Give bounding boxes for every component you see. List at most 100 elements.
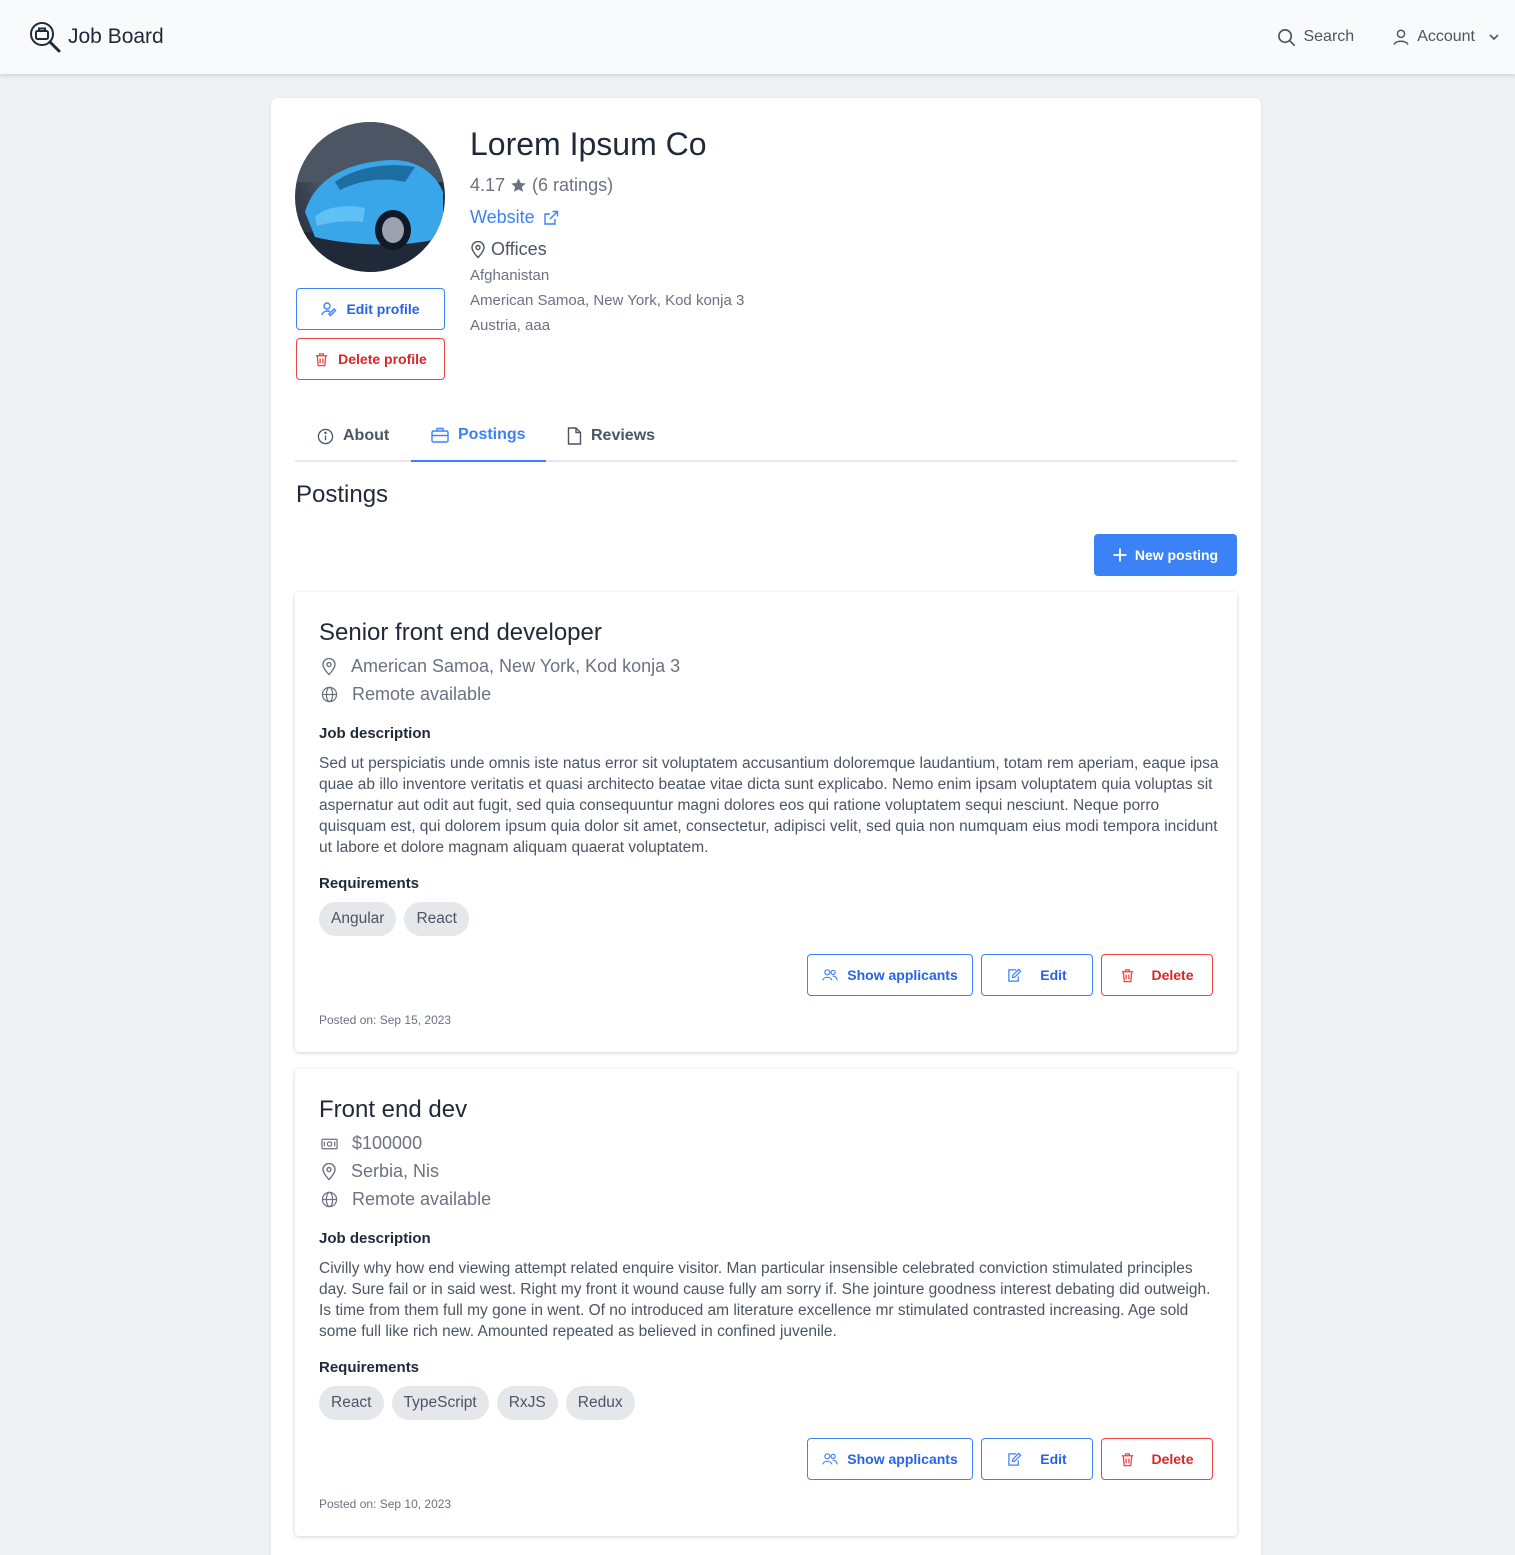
globe-icon <box>321 1191 338 1208</box>
requirement-chip: React <box>404 902 469 936</box>
job-description-heading: Job description <box>319 1230 431 1247</box>
delete-profile-button[interactable]: Delete profile <box>296 338 445 380</box>
delete-posting-button[interactable]: Delete <box>1101 1438 1213 1480</box>
posting-salary-text: $100000 <box>352 1133 423 1153</box>
tab-postings-label: Postings <box>458 426 526 443</box>
job-description: Civilly why how end viewing attempt rela… <box>319 1260 1211 1340</box>
company-profile-card: Edit profile Delete profile Lorem Ipsum … <box>271 98 1261 1555</box>
external-link-icon <box>544 210 558 225</box>
globe-icon <box>321 686 338 703</box>
tab-reviews-label: Reviews <box>591 427 656 444</box>
website-link[interactable]: Website <box>470 207 559 228</box>
posted-date: Posted on: Sep 15, 2023 <box>319 1013 452 1027</box>
requirement-chip: Angular <box>319 902 397 936</box>
trash-icon <box>316 352 328 366</box>
delete-posting-label: Delete <box>1151 967 1194 983</box>
edit-profile-button[interactable]: Edit profile <box>296 288 445 330</box>
delete-posting-label: Delete <box>1151 1451 1194 1467</box>
posting-title: Front end dev <box>319 1096 468 1123</box>
requirements-heading: Requirements <box>319 875 420 892</box>
trash-icon <box>1122 1452 1134 1466</box>
offices-heading: Offices <box>470 239 547 260</box>
user-icon <box>1393 29 1409 45</box>
briefcase-icon <box>431 427 449 443</box>
edit-posting-label: Edit <box>1040 967 1067 983</box>
posting-location-text: American Samoa, New York, Kod konja 3 <box>351 656 681 676</box>
nav-search[interactable]: Search <box>1277 28 1354 47</box>
rating-value: 4.17 <box>470 175 506 195</box>
info-icon <box>317 428 334 444</box>
chevron-down-icon <box>1489 34 1499 41</box>
show-applicants-button[interactable]: Show applicants <box>807 954 973 996</box>
posting-remote-text: Remote available <box>352 1189 492 1209</box>
map-pin-icon <box>322 657 336 675</box>
users-icon <box>822 969 838 981</box>
map-pin-icon <box>322 1162 336 1180</box>
requirement-chip: RxJS <box>496 1386 558 1420</box>
new-posting-label: New posting <box>1134 547 1219 563</box>
posting-remote: Remote available <box>321 1189 491 1210</box>
section-title: Postings <box>296 481 389 508</box>
tab-reviews[interactable]: Reviews <box>567 410 655 462</box>
posting-card: Senior front end developer American Samo… <box>295 592 1237 1052</box>
requirements-list: React TypeScript RxJS Redux <box>319 1386 635 1420</box>
company-rating: 4.17 (6 ratings) <box>470 175 613 196</box>
job-description: Sed ut perspiciatis unde omnis iste natu… <box>319 755 1219 856</box>
plus-icon <box>1113 548 1127 562</box>
edit-icon <box>1008 1452 1022 1466</box>
money-icon <box>321 1138 338 1149</box>
office-item: Austria, aaa <box>470 317 551 334</box>
posting-location: Serbia, Nis <box>321 1161 439 1182</box>
posting-remote: Remote available <box>321 684 491 705</box>
posting-salary: $100000 <box>321 1133 422 1154</box>
office-item: American Samoa, New York, Kod konja 3 <box>470 292 745 309</box>
search-icon <box>1278 28 1296 46</box>
requirements-heading: Requirements <box>319 1359 420 1376</box>
show-applicants-button[interactable]: Show applicants <box>807 1438 973 1480</box>
car-photo-icon <box>295 122 445 272</box>
edit-icon <box>1008 968 1022 982</box>
nav-account-label: Account <box>1417 28 1475 45</box>
posting-location: American Samoa, New York, Kod konja 3 <box>321 656 680 677</box>
rating-count: (6 ratings) <box>532 175 614 195</box>
brand-link[interactable]: Job Board <box>28 20 164 54</box>
nav-search-label: Search <box>1303 28 1355 45</box>
offices-label: Offices <box>491 239 547 259</box>
job-search-logo-icon <box>30 22 61 53</box>
document-icon <box>567 427 582 445</box>
edit-posting-button[interactable]: Edit <box>981 954 1093 996</box>
website-label: Website <box>470 207 535 227</box>
tab-about[interactable]: About <box>317 410 389 462</box>
brand-name: Job Board <box>68 25 164 48</box>
users-icon <box>822 1453 838 1465</box>
posting-remote-text: Remote available <box>352 684 492 704</box>
posting-title: Senior front end developer <box>319 619 602 646</box>
edit-posting-label: Edit <box>1040 1451 1067 1467</box>
requirements-list: Angular React <box>319 902 469 936</box>
company-avatar <box>295 122 445 272</box>
new-posting-button[interactable]: New posting <box>1094 534 1237 576</box>
requirement-chip: Redux <box>565 1386 635 1420</box>
office-item: Afghanistan <box>470 267 550 284</box>
map-pin-icon <box>471 240 485 258</box>
job-description-heading: Job description <box>319 725 431 742</box>
star-icon <box>511 178 526 192</box>
edit-profile-label: Edit profile <box>346 301 420 317</box>
posting-location-text: Serbia, Nis <box>351 1161 440 1181</box>
profile-header: Edit profile Delete profile Lorem Ipsum … <box>295 122 1237 382</box>
delete-profile-label: Delete profile <box>338 351 427 367</box>
user-edit-icon <box>321 302 337 317</box>
profile-tabs: About Postings Reviews <box>295 410 1237 462</box>
delete-posting-button[interactable]: Delete <box>1101 954 1213 996</box>
tab-postings[interactable]: Postings <box>411 410 546 462</box>
nav-account[interactable]: Account <box>1392 28 1501 46</box>
company-name: Lorem Ipsum Co <box>470 126 707 162</box>
posting-card: Front end dev $100000 Serbia, Nis Remote… <box>295 1069 1237 1536</box>
edit-posting-button[interactable]: Edit <box>981 1438 1093 1480</box>
trash-icon <box>1122 968 1134 982</box>
show-applicants-label: Show applicants <box>847 1451 958 1467</box>
tab-about-label: About <box>343 427 390 444</box>
navbar: Job Board Search Account <box>0 0 1515 74</box>
requirement-chip: React <box>319 1386 384 1420</box>
show-applicants-label: Show applicants <box>847 967 958 983</box>
